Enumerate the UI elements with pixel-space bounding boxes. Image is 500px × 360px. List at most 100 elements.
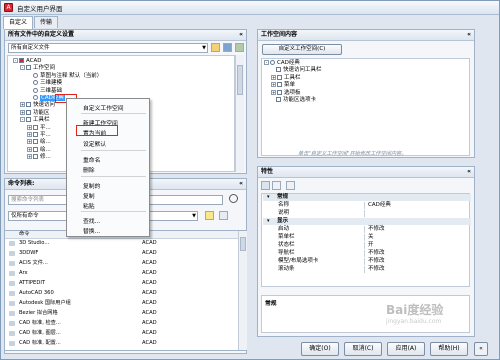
- menu-item-find[interactable]: 查找...: [83, 216, 100, 225]
- property-row[interactable]: 启动 不修改: [264, 226, 471, 233]
- table-row[interactable]: Arx ACAD: [5, 270, 241, 278]
- filter-icon[interactable]: [219, 211, 228, 220]
- quick-access-icon: [276, 67, 281, 73]
- tree-label: 工作空间: [33, 65, 56, 72]
- property-value[interactable]: CAD经典: [368, 202, 391, 209]
- property-row[interactable]: 导航栏 不修改: [264, 250, 471, 257]
- property-value[interactable]: 不修改: [368, 258, 385, 265]
- menu-item-customize-workspace[interactable]: 自定义工作空间: [83, 103, 124, 112]
- table-row[interactable]: 3D Studio... ACAD: [5, 240, 241, 248]
- expand-toggle-icon[interactable]: +: [20, 109, 25, 115]
- property-key: 状态栏: [278, 242, 295, 248]
- load-partial-icon[interactable]: [235, 43, 244, 52]
- command-name: 3DDWF: [19, 250, 39, 256]
- command-icon: [9, 341, 15, 346]
- collapse-toggle-icon[interactable]: ▾: [267, 194, 270, 201]
- expand-toggle-icon[interactable]: +: [20, 102, 25, 108]
- menu-item-delete[interactable]: 删除: [83, 165, 95, 174]
- context-menu: 自定义工作空间 新建工作空间 置为当前 设定默认 重命名 删除 复制的 复制 粘…: [66, 98, 150, 237]
- expand-toggle-icon[interactable]: +: [27, 146, 32, 152]
- menu-item-duplicate[interactable]: 复制的: [83, 181, 100, 190]
- property-key: 导航栏: [278, 250, 295, 256]
- tab-transfer[interactable]: 传输: [34, 16, 59, 28]
- search-icon[interactable]: [229, 194, 238, 203]
- col-command-header[interactable]: 命令: [19, 231, 29, 239]
- table-row[interactable]: CAD 标准, 配置... ACAD: [5, 340, 241, 348]
- collapse-icon[interactable]: «: [467, 167, 471, 177]
- collapse-toggle-icon[interactable]: -: [20, 117, 25, 123]
- open-file-icon[interactable]: [211, 43, 220, 52]
- property-row[interactable]: 滚动条 不修改: [264, 266, 471, 273]
- table-row[interactable]: Autodesk 国际用户组 ACAD: [5, 300, 241, 308]
- menu-item-paste[interactable]: 粘贴: [83, 201, 95, 210]
- tree-label: 功能区选项卡: [283, 97, 317, 104]
- collapse-toggle-icon[interactable]: -: [264, 60, 269, 65]
- menu-item-replace[interactable]: 替换...: [83, 226, 100, 235]
- command-name: 3D Studio...: [19, 240, 50, 246]
- property-row[interactable]: 说明: [264, 210, 471, 217]
- property-value[interactable]: 不修改: [368, 266, 385, 273]
- collapse-icon[interactable]: «: [467, 30, 471, 40]
- collapse-toggle-icon[interactable]: -: [13, 58, 18, 63]
- menu-item-rename[interactable]: 重命名: [83, 155, 100, 164]
- options-chevron-icon[interactable]: «: [474, 342, 488, 356]
- gear-icon: [33, 95, 38, 101]
- new-command-icon[interactable]: [205, 211, 214, 220]
- customize-workspace-button[interactable]: 自定义工作空间(C): [262, 44, 342, 55]
- table-row[interactable]: ATTIPEDIT ACAD: [5, 280, 241, 288]
- scrollbar-thumb[interactable]: [240, 237, 246, 251]
- collapse-toggle-icon[interactable]: -: [20, 65, 25, 71]
- property-row[interactable]: 模型/布局选项卡 不修改: [264, 258, 471, 265]
- tree-label: 绘...: [40, 146, 51, 153]
- property-row[interactable]: 状态栏 开: [264, 242, 471, 249]
- menu-item-copy[interactable]: 复制: [83, 191, 95, 200]
- expand-toggle-icon[interactable]: +: [27, 132, 32, 138]
- table-row[interactable]: CAD 标准, 检查... ACAD: [5, 320, 241, 328]
- cancel-button[interactable]: 取消(C): [344, 342, 382, 356]
- tree-label: CAD经典: [277, 60, 300, 66]
- property-row[interactable]: 名称 CAD经典: [264, 202, 471, 209]
- categorized-icon[interactable]: [261, 181, 270, 190]
- customizations-title: 所有文件中的自定义设置: [8, 31, 75, 38]
- property-value[interactable]: 不修改: [368, 250, 385, 257]
- ws-node[interactable]: 功能区选项卡: [264, 97, 322, 104]
- command-scrollbar[interactable]: [238, 231, 247, 350]
- ok-button[interactable]: 确定(O): [301, 342, 339, 356]
- table-row[interactable]: 3DDWF ACAD: [5, 250, 241, 258]
- property-value[interactable]: 不修改: [368, 226, 385, 233]
- expand-toggle-icon[interactable]: +: [27, 139, 32, 145]
- ws-node[interactable]: + 菜单: [264, 82, 322, 89]
- apply-button[interactable]: 应用(A): [387, 342, 425, 356]
- property-category[interactable]: ▾ 显示: [263, 218, 471, 225]
- collapse-toggle-icon[interactable]: ▾: [267, 218, 270, 225]
- property-value[interactable]: 开: [368, 242, 374, 249]
- ws-node[interactable]: + 选项板: [264, 89, 322, 97]
- expand-toggle-icon[interactable]: +: [27, 154, 32, 160]
- expand-toggle-icon[interactable]: +: [271, 82, 276, 88]
- menu-item-set-default[interactable]: 设定默认: [83, 139, 106, 148]
- table-row[interactable]: Bezier 拟合网格 ACAD: [5, 310, 241, 318]
- property-value[interactable]: 关: [368, 234, 374, 241]
- sort-az-icon[interactable]: [272, 181, 281, 190]
- tree-node-workspace[interactable]: 三维建模: [13, 80, 102, 87]
- table-row[interactable]: AutoCAD 360 ACAD: [5, 290, 241, 298]
- expand-toggle-icon[interactable]: +: [271, 89, 276, 95]
- tree-node-acad[interactable]: - ACAD: [13, 58, 102, 65]
- help-button[interactable]: 帮助(H): [430, 342, 468, 356]
- customization-file-dropdown[interactable]: 所有自定义文件 ▼: [8, 43, 208, 53]
- collapse-icon[interactable]: «: [239, 30, 243, 40]
- tree-scrollbar[interactable]: [235, 55, 244, 172]
- scrollbar-thumb[interactable]: [237, 65, 243, 95]
- table-row[interactable]: CAD 标准, 图层... ACAD: [5, 330, 241, 338]
- expand-toggle-icon[interactable]: +: [271, 74, 276, 80]
- expand-toggle-icon[interactable]: +: [27, 124, 32, 130]
- table-row[interactable]: ACIS 文件... ACAD: [5, 260, 241, 268]
- tab-customize[interactable]: 自定义: [3, 16, 34, 29]
- ws-node[interactable]: 快速访问工具栏: [264, 67, 322, 74]
- save-icon[interactable]: [223, 43, 232, 52]
- property-row[interactable]: 菜单栏 关: [264, 234, 471, 241]
- tree-node-workspaces[interactable]: - 工作空间: [13, 65, 102, 72]
- property-pages-icon[interactable]: [286, 181, 295, 190]
- property-category[interactable]: ▾ 常规: [263, 194, 471, 201]
- collapse-icon[interactable]: «: [239, 179, 243, 189]
